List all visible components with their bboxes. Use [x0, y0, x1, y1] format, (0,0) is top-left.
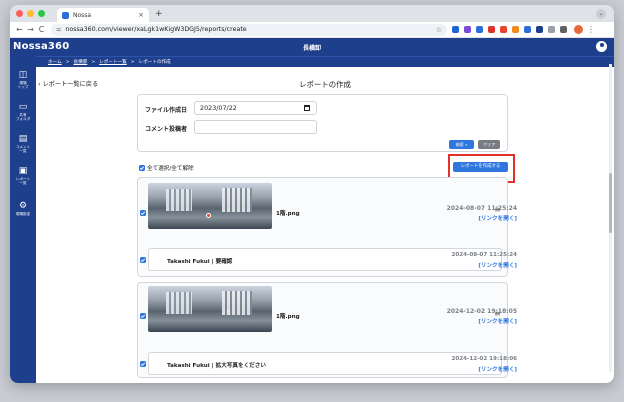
file-name: 1階.png [276, 314, 300, 320]
sidebar-item-label: レポート 一覧 [15, 177, 31, 186]
sidebar-item-label: 現場設定 [15, 212, 31, 216]
browser-menu-icon[interactable]: ⋮ [587, 25, 595, 34]
address-bar: ← → C ⚌ nossa360.com/viewer/xaLgk1wKigW3… [10, 22, 614, 38]
breadcrumb-separator: > [91, 59, 96, 65]
file-name: 1階.png [276, 211, 300, 217]
profile-avatar[interactable] [574, 25, 583, 34]
comment-icon: ▤ [18, 134, 28, 144]
sidebar-item-label: 共有 フォルダ [15, 113, 31, 122]
date-label: ファイル作成日 [145, 107, 188, 114]
select-all-label: 全て選択/全て解除 [147, 166, 194, 172]
app-header: Nossa360 長横卸 [10, 38, 614, 56]
commenter-input[interactable] [194, 120, 317, 134]
comment-checkbox[interactable] [140, 257, 146, 263]
bookmark-star-icon[interactable]: ☆ [436, 26, 442, 34]
folder-icon: ▭ [18, 102, 28, 112]
maximize-window-button[interactable] [38, 10, 45, 17]
browser-tab[interactable]: Nossa × [57, 8, 149, 22]
close-window-button[interactable] [16, 10, 23, 17]
site-info-icon[interactable]: ⚌ [56, 26, 61, 33]
open-link[interactable]: [リンクを開く] [478, 317, 517, 325]
sidebar-item-settings[interactable]: ⚙ 現場設定 [10, 201, 36, 216]
tab-title: Nossa [73, 11, 92, 19]
sidebar-item-label: コメント 一覧 [15, 145, 31, 154]
comment-checkbox[interactable] [140, 361, 146, 367]
report-date: 2024-12-02 19:18:05 [446, 308, 517, 315]
breadcrumb-separator: > [130, 59, 135, 65]
tab-close-icon[interactable]: × [138, 11, 144, 19]
search-button-label: 検索 [455, 142, 464, 147]
extension-icon[interactable] [548, 26, 555, 33]
minimize-window-button[interactable] [27, 10, 34, 17]
favicon-icon [62, 11, 69, 19]
sidebar: ◫ 現場 トップ ▭ 共有 フォルダ ▤ コメント 一覧 ▣ レポート 一覧 ⚙… [10, 56, 36, 383]
comment-text: Takashi Fukui | 拡大写真をください [167, 363, 266, 369]
clear-button[interactable]: クリア [478, 140, 500, 149]
sidebar-item-shared-folder[interactable]: ▭ 共有 フォルダ [10, 102, 36, 122]
extension-icon[interactable] [524, 26, 531, 33]
report-icon: ▣ [18, 166, 28, 176]
breadcrumb-separator: > [65, 59, 70, 65]
breadcrumb: ホーム > 長横卸 > レポート一覧 > レポートの作成 [36, 56, 614, 67]
user-account-icon[interactable] [596, 41, 607, 52]
breadcrumb-home[interactable]: ホーム [48, 59, 62, 65]
create-report-button[interactable]: レポートを作成する [453, 162, 508, 172]
marker-pin-icon [206, 213, 211, 218]
hamburger-menu-icon[interactable]: ≡ [494, 205, 501, 214]
extension-icon[interactable] [476, 26, 483, 33]
hamburger-menu-icon[interactable]: ≡ [494, 309, 501, 318]
open-link[interactable]: [リンクを開く] [478, 214, 517, 222]
extension-icon[interactable] [452, 26, 459, 33]
page-title: レポートの作成 [299, 80, 351, 89]
extension-icon[interactable] [500, 26, 507, 33]
select-all-toggle[interactable]: 全て選択/全て解除 [139, 164, 194, 172]
extension-icon[interactable] [560, 26, 567, 33]
sidebar-item-comments[interactable]: ▤ コメント 一覧 [10, 134, 36, 154]
panorama-thumbnail[interactable] [148, 183, 272, 229]
site-name: 長横卸 [302, 45, 321, 52]
tab-strip: Nossa × + ⌄ [10, 5, 614, 22]
settings-icon: ⚙ [18, 201, 28, 211]
extension-icon[interactable] [464, 26, 471, 33]
forward-arrow-icon[interactable]: → [25, 25, 36, 34]
comment-date: 2024-12-02 19:18:06 [451, 356, 517, 362]
url-input[interactable]: ⚌ nossa360.com/viewer/xaLgk1wKigW3DGJ5/r… [51, 23, 447, 36]
commenter-label: コメント投稿者 [145, 126, 188, 133]
search-button[interactable]: 検索 ⌕ [449, 140, 474, 149]
breadcrumb-site[interactable]: 長横卸 [74, 59, 88, 65]
reload-icon[interactable]: C [36, 25, 47, 34]
report-checkbox[interactable] [140, 210, 146, 216]
calendar-icon[interactable] [304, 105, 310, 111]
date-value: 2023/07/22 [200, 104, 237, 112]
select-all-checkbox[interactable] [139, 165, 145, 171]
search-form: ファイル作成日 2023/07/22 コメント投稿者 検索 ⌕ クリア [137, 94, 508, 152]
sidebar-item-reports[interactable]: ▣ レポート 一覧 [10, 166, 36, 186]
comment-open-link[interactable]: [リンクを開く] [478, 365, 517, 373]
url-text: nossa360.com/viewer/xaLgk1wKigW3DGJ5/rep… [65, 26, 247, 33]
extension-icon[interactable] [512, 26, 519, 33]
comment-text: Takashi Fukui | 要確認 [167, 259, 233, 265]
extension-icon[interactable] [536, 26, 543, 33]
report-date: 2024-08-07 11:25:24 [446, 205, 517, 212]
new-tab-button[interactable]: + [155, 9, 163, 19]
panorama-thumbnail[interactable] [148, 286, 272, 332]
tab-list-button[interactable]: ⌄ [596, 8, 606, 19]
back-arrow-icon[interactable]: ← [14, 25, 25, 34]
comment-date: 2024-08-07 11:25:24 [451, 252, 517, 258]
marker-pin-icon [226, 310, 231, 315]
report-checkbox[interactable] [140, 313, 146, 319]
breadcrumb-report-list[interactable]: レポート一覧 [99, 59, 127, 65]
extension-icon[interactable] [488, 26, 495, 33]
extension-icons [447, 26, 567, 33]
scrollbar-thumb[interactable] [609, 173, 612, 233]
comment-open-link[interactable]: [リンクを開く] [478, 261, 517, 269]
date-input[interactable]: 2023/07/22 [194, 101, 317, 115]
breadcrumb-current: レポートの作成 [138, 60, 171, 65]
search-icon: ⌕ [465, 142, 468, 147]
